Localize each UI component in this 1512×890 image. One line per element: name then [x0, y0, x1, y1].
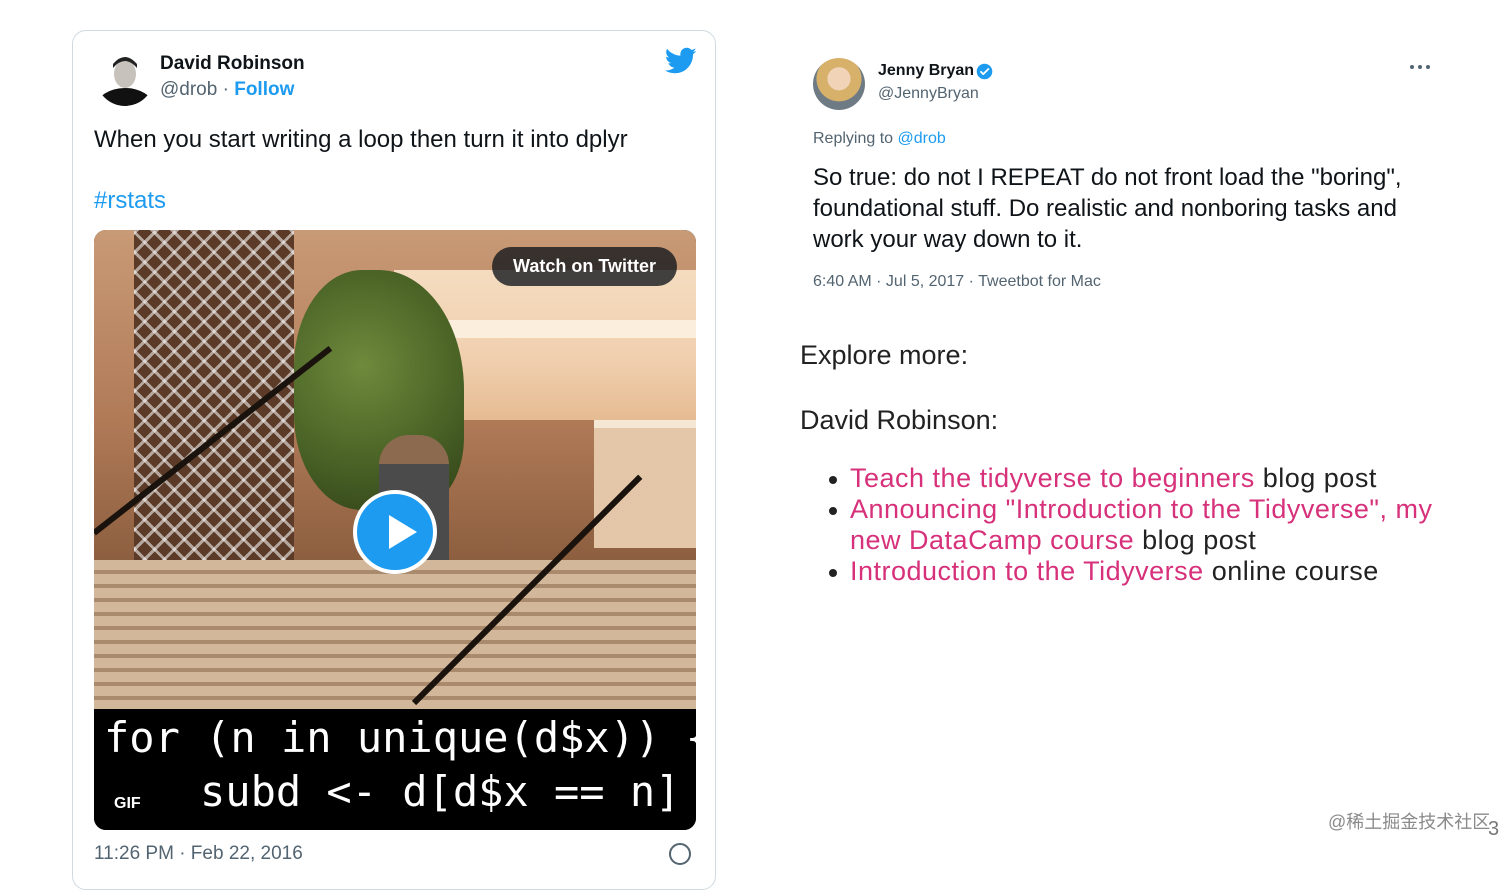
tweet-text: When you start writing a loop then turn … — [94, 126, 628, 153]
replying-prefix: Replying to — [813, 130, 898, 147]
more-options-icon[interactable] — [1410, 62, 1432, 72]
reply-tweet-text: So true: do not I REPEAT do not front lo… — [813, 164, 1402, 253]
explore-author: David Robinson: — [800, 405, 999, 435]
play-button[interactable] — [353, 490, 437, 574]
replying-to-handle[interactable]: @drob — [898, 130, 946, 147]
handle-separator: · — [217, 79, 235, 100]
list-item: Teach the tidyverse to beginners blog po… — [825, 463, 1465, 494]
resource-suffix: blog post — [1254, 463, 1377, 493]
hashtag-link[interactable]: #rstats — [94, 187, 166, 215]
tweet-timestamp[interactable]: 11:26 PM · Feb 22, 2016 — [94, 843, 303, 865]
resource-suffix: blog post — [1134, 525, 1257, 555]
author-name[interactable]: David Robinson — [160, 53, 305, 75]
resource-link[interactable]: Teach the tidyverse to beginners — [850, 463, 1255, 493]
code-line-1: for (n in unique(d$x)) { — [104, 713, 696, 762]
list-item: Announcing "Introduction to the Tidyvers… — [825, 494, 1465, 556]
slide-number: 3 — [1488, 818, 1500, 840]
watermark: @稀土掘金技术社区 — [1328, 812, 1491, 832]
gif-caption-code: for (n in unique(d$x)) { subd <- d[d$x =… — [94, 709, 696, 830]
david-robinson-avatar[interactable] — [96, 48, 154, 106]
reply-author-name[interactable]: Jenny Bryan — [878, 62, 974, 80]
replying-to-line: Replying to @drob — [813, 130, 946, 148]
resource-link[interactable]: Introduction to the Tidyverse — [850, 556, 1204, 586]
info-icon[interactable] — [669, 843, 691, 865]
reply-tweet-meta[interactable]: 6:40 AM · Jul 5, 2017 · Tweetbot for Mac — [813, 273, 1101, 291]
verified-badge-icon — [976, 63, 993, 80]
resource-link-list: Teach the tidyverse to beginners blog po… — [825, 463, 1465, 587]
author-handle-line: @drob · Follow — [160, 79, 294, 101]
staircase — [94, 560, 696, 709]
jenny-bryan-avatar[interactable] — [813, 58, 865, 110]
tweet-media-gif[interactable]: Watch on Twitter for (n in unique(d$x)) … — [94, 230, 696, 830]
resource-suffix: online course — [1203, 556, 1379, 586]
gif-frame-image — [94, 230, 696, 709]
reply-author-handle[interactable]: @JennyBryan — [878, 85, 979, 103]
watch-on-twitter-button[interactable]: Watch on Twitter — [492, 247, 677, 286]
embedded-tweet-card: David Robinson @drob · Follow When you s… — [72, 30, 716, 890]
gif-badge: GIF — [114, 795, 141, 812]
awning — [594, 420, 696, 548]
explore-heading: Explore more: — [800, 340, 969, 370]
list-item: Introduction to the Tidyverse online cou… — [825, 556, 1465, 587]
code-line-2: subd <- d[d$x == n] — [200, 767, 681, 816]
follow-link[interactable]: Follow — [234, 79, 294, 100]
author-handle[interactable]: @drob — [160, 79, 217, 100]
twitter-bird-icon[interactable] — [665, 47, 697, 75]
